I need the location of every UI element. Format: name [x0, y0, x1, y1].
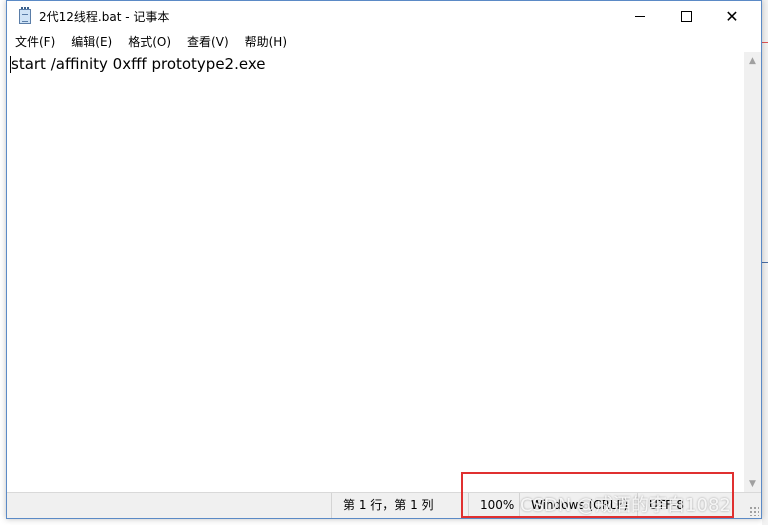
encoding: UTF-8: [637, 493, 747, 518]
line-ending: Windows (CRLF): [519, 493, 637, 518]
scroll-down-icon[interactable]: ▼: [744, 475, 761, 492]
editor-content[interactable]: start /affinity 0xfff prototype2.exe: [11, 55, 265, 73]
text-editor[interactable]: start /affinity 0xfff prototype2.exe: [7, 52, 744, 492]
vertical-scrollbar[interactable]: ▲ ▼: [744, 52, 761, 492]
menu-help[interactable]: 帮助(H): [239, 32, 293, 52]
notepad-window: 2代12线程.bat - 记事本 ✕ 文件(F) 编辑(E) 格式(O) 查看(…: [6, 0, 762, 519]
maximize-button[interactable]: [663, 1, 709, 32]
menu-edit[interactable]: 编辑(E): [65, 32, 118, 52]
notepad-icon[interactable]: [19, 7, 31, 24]
cursor-position: 第 1 行，第 1 列: [331, 493, 462, 518]
minimize-button[interactable]: [617, 1, 663, 32]
background-divider: [762, 262, 768, 263]
close-button[interactable]: ✕: [709, 1, 755, 32]
minimize-icon: [635, 16, 645, 17]
scroll-up-icon[interactable]: ▲: [744, 52, 761, 69]
maximize-icon: [680, 11, 692, 22]
menu-view[interactable]: 查看(V): [181, 32, 235, 52]
menu-file[interactable]: 文件(F): [9, 32, 61, 52]
window-title: 2代12线程.bat - 记事本: [39, 10, 170, 24]
close-icon: ✕: [725, 6, 739, 26]
menu-format[interactable]: 格式(O): [122, 32, 177, 52]
zoom-level: 100%: [468, 493, 519, 518]
menu-bar: 文件(F) 编辑(E) 格式(O) 查看(V) 帮助(H): [7, 32, 761, 52]
status-bar: 第 1 行，第 1 列 100% Windows (CRLF) UTF-8: [7, 492, 761, 518]
resize-grip-icon[interactable]: [749, 506, 759, 516]
title-bar[interactable]: 2代12线程.bat - 记事本 ✕: [7, 1, 761, 32]
background-divider: [762, 42, 768, 43]
